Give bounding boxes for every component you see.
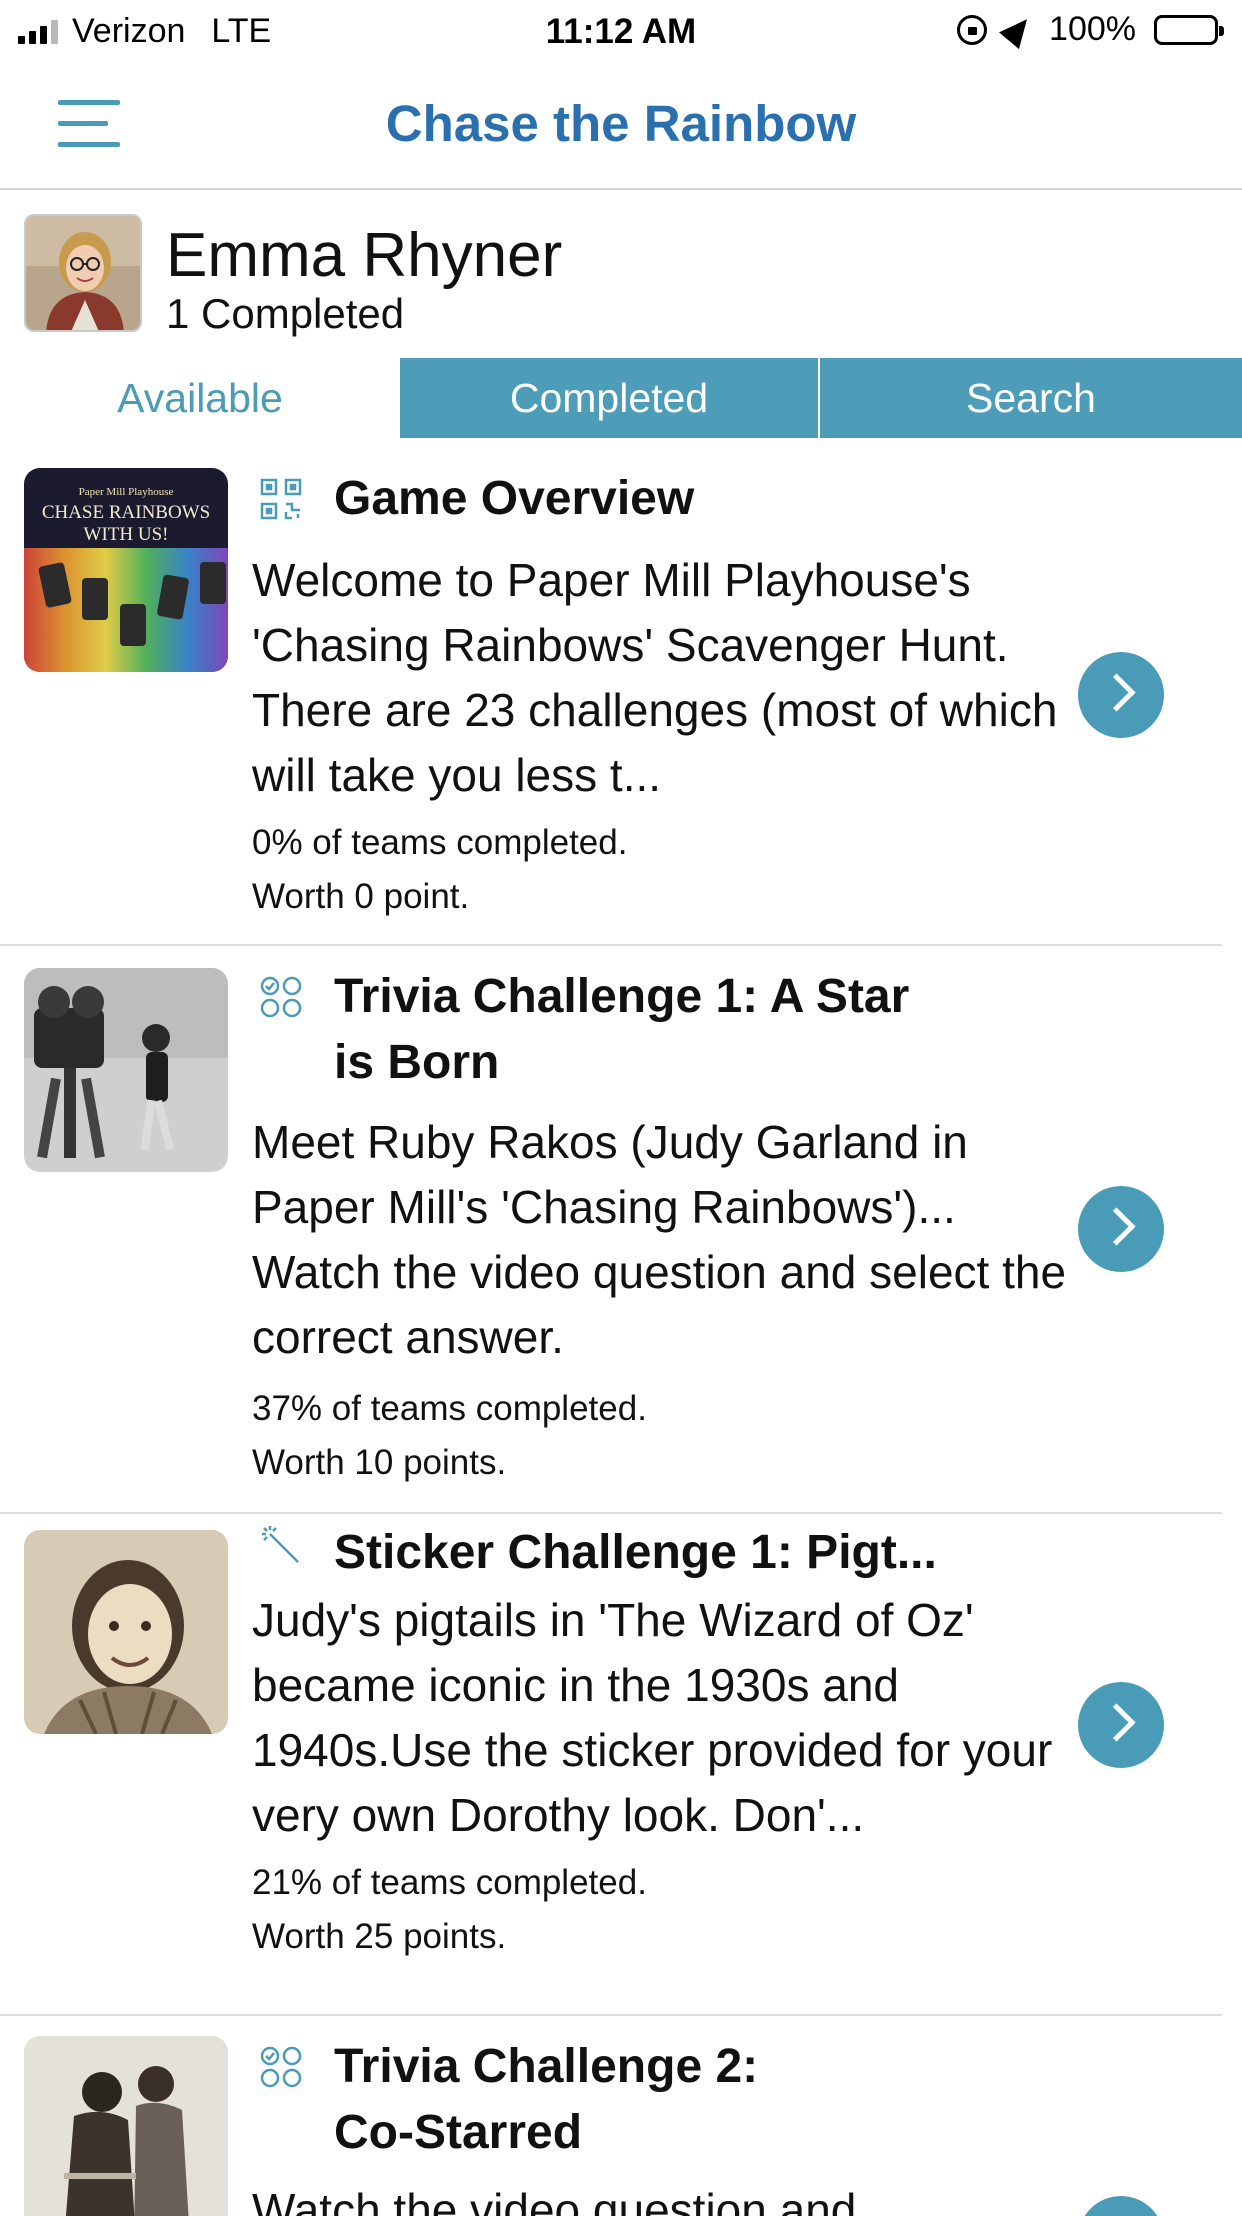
list-item[interactable]: Trivia Challenge 1: A Star is Born Meet … <box>0 946 1222 1514</box>
magic-wand-icon <box>260 1524 302 1566</box>
status-bar: Verizon LTE 11:12 AM 100% <box>0 0 1242 62</box>
location-arrow-icon <box>999 10 1037 49</box>
challenge-title: Game Overview <box>334 472 695 525</box>
points-worth: Worth 25 points. <box>252 1917 507 1956</box>
completed-count: 1 Completed <box>166 290 405 337</box>
page-title: Chase the Rainbow <box>385 95 857 152</box>
points-worth: Worth 10 points. <box>252 1443 507 1482</box>
rotation-lock-icon <box>957 14 988 45</box>
teams-completed: 21% of teams completed. <box>252 1863 647 1902</box>
segmented-tabs: Available Completed Search <box>0 358 1242 438</box>
points-worth: Worth 0 point. <box>252 877 470 916</box>
avatar[interactable] <box>24 214 142 332</box>
challenge-title: Sticker Challenge 1: Pigt... <box>334 1526 937 1579</box>
open-challenge-button[interactable] <box>1078 1682 1164 1768</box>
challenge-thumbnail: Paper Mill Playhouse CHASE RAINBOWS WITH… <box>24 468 228 672</box>
open-challenge-button[interactable] <box>1078 2196 1164 2216</box>
challenge-thumbnail <box>24 2036 228 2216</box>
open-challenge-button[interactable] <box>1078 652 1164 738</box>
teams-completed: 37% of teams completed. <box>252 1389 647 1428</box>
challenge-description: Welcome to Paper Mill Playhouse's 'Chasi… <box>252 554 1058 801</box>
profile-name: Emma Rhyner <box>166 221 563 290</box>
challenge-title: Trivia Challenge 1: A Star is Born <box>334 970 910 1089</box>
challenge-thumbnail <box>24 968 228 1172</box>
open-challenge-button[interactable] <box>1078 1186 1164 1272</box>
nav-bar: Chase the Rainbow <box>0 62 1242 190</box>
multiple-choice-icon <box>260 976 302 1018</box>
challenge-description: Meet Ruby Rakos (Judy Garland in Paper M… <box>252 1116 1067 1363</box>
battery-percent: 100% <box>1049 10 1136 48</box>
list-item[interactable]: Sticker Challenge 1: Pigt... Judy's pigt… <box>0 1514 1222 2016</box>
battery-icon <box>1154 14 1224 45</box>
thumbnail-caption: CHASE RAINBOWS WITH US! <box>41 502 211 545</box>
thumbnail-caption-small: Paper Mill Playhouse <box>78 486 174 498</box>
challenge-description: Judy's pigtails in 'The Wizard of Oz' be… <box>252 1594 1053 1841</box>
profile-header: Emma Rhyner 1 Completed <box>0 190 1242 360</box>
tab-search[interactable]: Search <box>820 358 1242 438</box>
status-right: 100% <box>957 10 1224 49</box>
list-item[interactable]: Trivia Challenge 2: Co-Starred Watch the… <box>0 2016 1222 2216</box>
tab-available[interactable]: Available <box>0 358 400 438</box>
challenge-description: Watch the video question and <box>252 2184 857 2216</box>
tab-completed[interactable]: Completed <box>400 358 818 438</box>
multiple-choice-icon <box>260 2046 302 2088</box>
qr-code-icon <box>260 478 302 520</box>
challenge-title: Trivia Challenge 2: Co-Starred <box>334 2040 759 2159</box>
challenge-thumbnail <box>24 1530 228 1734</box>
list-item[interactable]: Paper Mill Playhouse CHASE RAINBOWS WITH… <box>0 438 1222 946</box>
teams-completed: 0% of teams completed. <box>252 823 628 862</box>
